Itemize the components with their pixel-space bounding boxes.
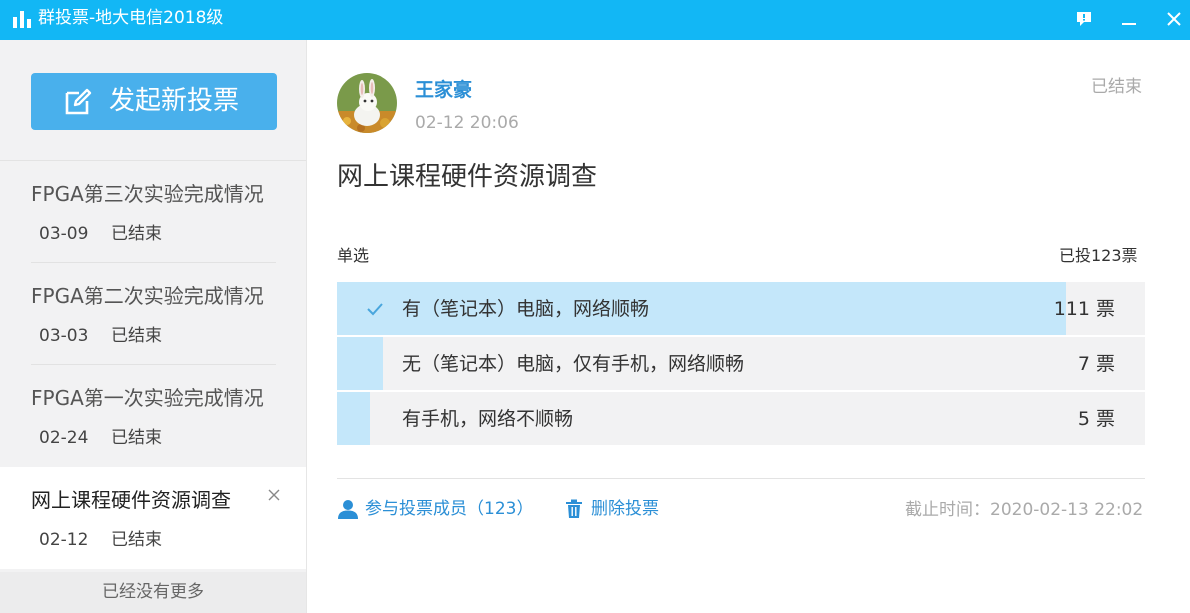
- bar-chart-icon: [13, 11, 31, 28]
- vote-members-link[interactable]: 参与投票成员（123）: [337, 497, 533, 521]
- close-button[interactable]: [1161, 6, 1187, 32]
- poll-option: 有（笔记本）电脑，网络顺畅 111 票: [337, 282, 1145, 335]
- vote-list-item[interactable]: FPGA第二次实验完成情况 03-03 已结束: [0, 263, 306, 365]
- vote-item-status: 已结束: [111, 530, 162, 550]
- remove-item-button[interactable]: [264, 485, 284, 505]
- option-result-bar: [337, 337, 383, 390]
- close-icon: [1167, 12, 1181, 26]
- new-vote-button[interactable]: 发起新投票: [31, 73, 277, 130]
- vote-list-item[interactable]: FPGA第一次实验完成情况 02-24 已结束: [0, 365, 306, 467]
- vote-item-date: 03-09: [39, 224, 89, 244]
- vote-item-title: FPGA第一次实验完成情况: [31, 386, 264, 410]
- option-count: 111 票: [1053, 298, 1115, 320]
- author-name[interactable]: 王家豪: [415, 78, 472, 102]
- option-count: 5 票: [1077, 408, 1115, 430]
- poll-title: 网上课程硬件资源调查: [337, 162, 598, 192]
- feedback-icon: [1077, 12, 1091, 26]
- vote-item-date: 03-03: [39, 326, 89, 346]
- poll-option: 有手机，网络不顺畅 5 票: [337, 392, 1145, 445]
- footer-divider: [337, 478, 1145, 479]
- minimize-button[interactable]: [1116, 6, 1142, 32]
- poll-total: 已投123票: [1059, 246, 1138, 265]
- poll-status: 已结束: [1091, 77, 1142, 97]
- close-icon: [268, 489, 280, 501]
- vote-item-status: 已结束: [111, 224, 162, 244]
- option-result-bar: [337, 392, 370, 445]
- delete-vote-link[interactable]: 删除投票: [565, 497, 659, 521]
- no-more-text: 已经没有更多: [0, 572, 306, 613]
- vote-item-status: 已结束: [111, 326, 162, 346]
- vote-item-status: 已结束: [111, 428, 162, 448]
- post-time: 02-12 20:06: [415, 113, 519, 133]
- option-label: 无（笔记本）电脑，仅有手机，网络顺畅: [402, 353, 745, 375]
- vote-item-date: 02-24: [39, 428, 89, 448]
- vote-members-label: 参与投票成员（123）: [365, 499, 534, 519]
- poll-option: 无（笔记本）电脑，仅有手机，网络顺畅 7 票: [337, 337, 1145, 390]
- rabbit-avatar-icon: [337, 73, 397, 133]
- vote-item-date: 02-12: [39, 530, 89, 550]
- minimize-icon: [1122, 23, 1136, 25]
- option-label: 有（笔记本）电脑，网络顺畅: [402, 298, 650, 320]
- trash-icon: [566, 499, 582, 518]
- new-vote-label: 发起新投票: [109, 86, 240, 116]
- vote-item-title: FPGA第三次实验完成情况: [31, 182, 264, 206]
- window-title: 群投票-地大电信2018级: [38, 8, 224, 28]
- poll-detail: 王家豪 02-12 20:06 已结束 网上课程硬件资源调查 单选 已投123票…: [307, 40, 1190, 613]
- check-icon: [367, 303, 383, 316]
- feedback-button[interactable]: [1071, 6, 1097, 32]
- option-label: 有手机，网络不顺畅: [402, 408, 574, 430]
- delete-vote-label: 删除投票: [591, 499, 659, 519]
- sidebar: 发起新投票 FPGA第三次实验完成情况 03-09 已结束 FPGA第二次实验完…: [0, 40, 307, 613]
- vote-item-title: 网上课程硬件资源调查: [31, 488, 231, 512]
- vote-list-item-selected[interactable]: 网上课程硬件资源调查 02-12 已结束: [0, 467, 306, 569]
- avatar[interactable]: [337, 73, 397, 133]
- title-bar: 群投票-地大电信2018级: [0, 0, 1190, 40]
- option-count: 7 票: [1077, 353, 1115, 375]
- poll-type: 单选: [337, 246, 370, 265]
- vote-list-item[interactable]: FPGA第三次实验完成情况 03-09 已结束: [0, 161, 306, 263]
- deadline-text: 截止时间：2020-02-13 22:02: [905, 500, 1144, 520]
- user-icon: [338, 500, 358, 519]
- vote-item-title: FPGA第二次实验完成情况: [31, 284, 264, 308]
- edit-icon: [65, 88, 92, 115]
